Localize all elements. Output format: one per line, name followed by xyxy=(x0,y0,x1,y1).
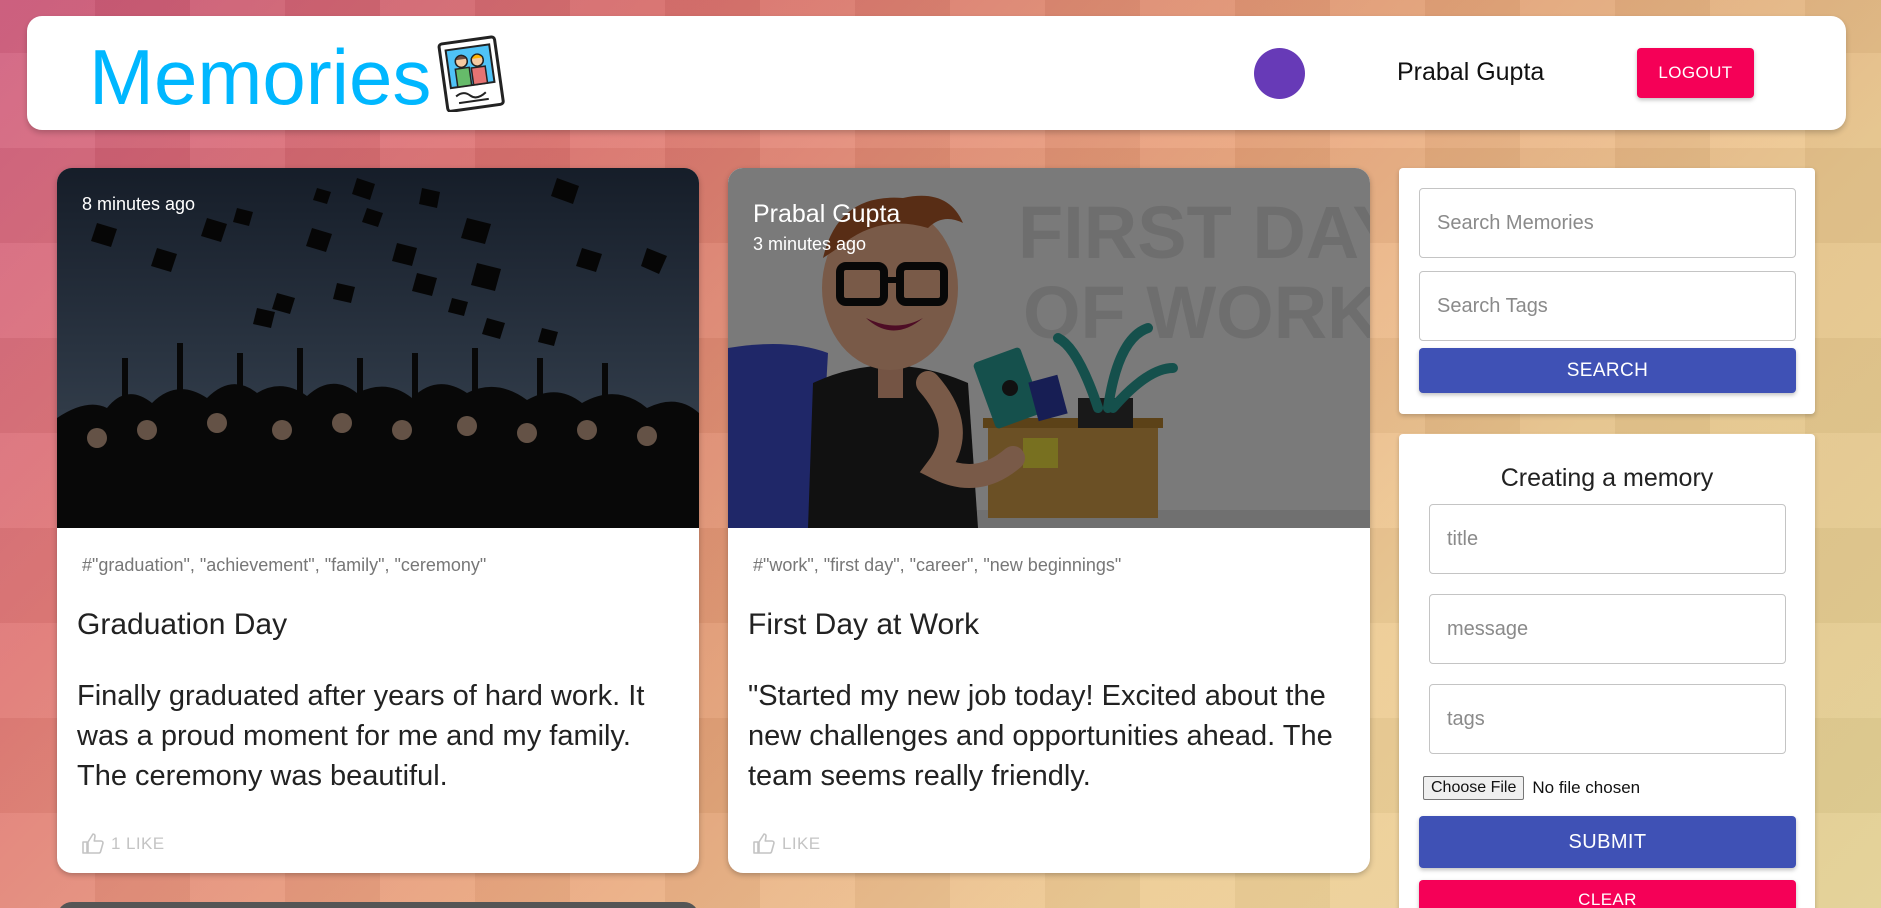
card-timestamp: 3 minutes ago xyxy=(753,234,867,254)
file-status: No file chosen xyxy=(1532,778,1641,797)
username: Prabal Gupta xyxy=(1397,58,1545,86)
form-heading: Creating a memory xyxy=(1500,464,1714,492)
card-tags: #"graduation", "achievement", "family", … xyxy=(82,555,487,575)
card-message: "Started my new job today! Excited about… xyxy=(748,680,1333,792)
memory-card[interactable]: FIRST DAY OF WORK P xyxy=(728,168,1370,873)
like-label: LIKE xyxy=(782,834,821,853)
memories-logo-icon xyxy=(435,34,509,113)
card-creator: Prabal Gupta xyxy=(753,200,901,228)
search-tags-field[interactable] xyxy=(1419,271,1796,341)
search-tags-input[interactable] xyxy=(1420,272,1795,340)
card-image-graduation: 8 minutes ago xyxy=(57,168,699,528)
search-memories-field[interactable] xyxy=(1419,188,1796,258)
avatar[interactable] xyxy=(1254,48,1305,99)
submit-button[interactable]: SUBMIT xyxy=(1419,816,1796,868)
message-field[interactable] xyxy=(1429,594,1786,664)
search-memories-input[interactable] xyxy=(1420,189,1795,257)
search-button[interactable]: SEARCH xyxy=(1419,348,1796,393)
title-input[interactable] xyxy=(1430,505,1785,573)
memory-card[interactable]: 8 minutes ago #"graduation", "achievemen… xyxy=(57,168,699,873)
title-field[interactable] xyxy=(1429,504,1786,574)
like-button[interactable]: LIKE xyxy=(752,832,820,856)
logout-button[interactable]: LOGOUT xyxy=(1637,48,1754,98)
clear-button[interactable]: CLEAR xyxy=(1419,880,1796,908)
message-input[interactable] xyxy=(1430,595,1785,663)
like-label: 1 LIKE xyxy=(111,834,165,853)
card-title: First Day at Work xyxy=(748,608,980,641)
card-image-first-day: FIRST DAY OF WORK P xyxy=(728,168,1370,528)
card-tags: #"work", "first day", "career", "new beg… xyxy=(753,555,1122,575)
image-overlay xyxy=(57,168,699,528)
thumb-up-icon xyxy=(753,833,775,854)
file-upload: Choose File No file chosen xyxy=(1423,776,1640,800)
thumb-up-icon xyxy=(82,833,104,854)
like-button[interactable]: 1 LIKE xyxy=(81,832,164,856)
tags-input[interactable] xyxy=(1430,685,1785,753)
search-panel: SEARCH xyxy=(1399,168,1815,414)
create-memory-panel: Creating a memory Choose File No file ch… xyxy=(1399,434,1815,908)
app-bar: Memories Prabal Gupta LOGOUT xyxy=(27,16,1846,130)
brand-title[interactable]: Memories xyxy=(89,38,431,116)
card-timestamp: 8 minutes ago xyxy=(82,194,196,214)
choose-file-button[interactable]: Choose File xyxy=(1423,776,1525,800)
memory-card-partial[interactable] xyxy=(57,902,699,908)
card-message: Finally graduated after years of hard wo… xyxy=(77,680,645,792)
tags-field[interactable] xyxy=(1429,684,1786,754)
card-title: Graduation Day xyxy=(77,608,288,641)
